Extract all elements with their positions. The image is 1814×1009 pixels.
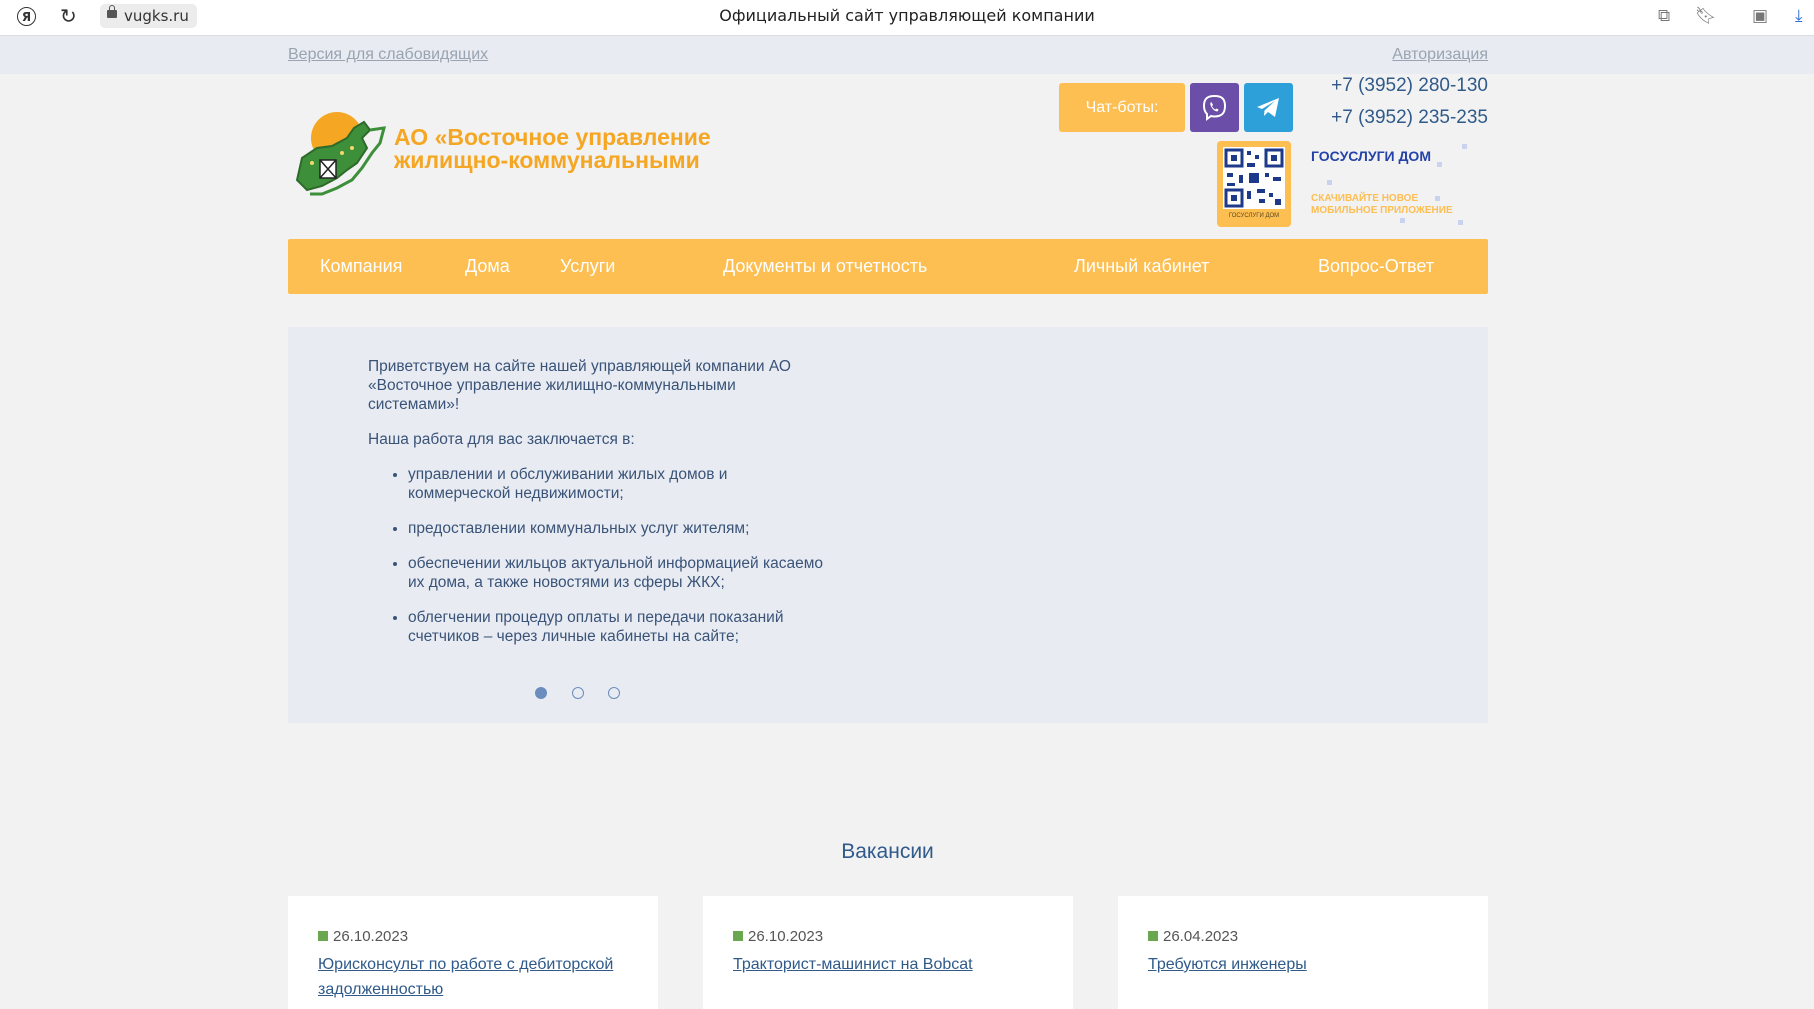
gosuslugi-subtitle: СКАЧИВАЙТЕ НОВОЕ МОБИЛЬНОЕ ПРИЛОЖЕНИЕ — [1311, 193, 1453, 216]
slider-dot-3[interactable] — [608, 687, 620, 699]
decor-dot — [1437, 162, 1442, 167]
company-name[interactable]: АО «Восточное управление жилищно-коммуна… — [394, 126, 711, 172]
qr-caption: ГОСУСЛУГИ ДОМ — [1228, 213, 1280, 219]
phone-secondary[interactable]: +7 (3952) 235-235 — [1331, 107, 1488, 129]
welcome-slider: Приветствуем на сайте нашей управляющей … — [288, 327, 1488, 723]
low-vision-link[interactable]: Версия для слабовидящих — [288, 46, 488, 64]
decor-dot — [1435, 196, 1440, 201]
nav-personal-account[interactable]: Личный кабинет — [1074, 256, 1209, 277]
list-item: облегчении процедур оплаты и передачи по… — [408, 608, 828, 646]
nav-company[interactable]: Компания — [320, 256, 402, 277]
gosuslugi-title[interactable]: ГОСУСЛУГИ ДОМ — [1311, 148, 1431, 164]
vacancy-card: 26.10.2023 Тракторист-машинист на Bobcat — [703, 896, 1073, 1009]
decor-dot — [1327, 180, 1332, 185]
slide-list: управлении и обслуживании жилых домов и … — [368, 465, 828, 646]
vacancy-card: 26.04.2023 Требуются инженеры — [1118, 896, 1488, 1009]
list-item: управлении и обслуживании жилых домов и … — [408, 465, 828, 503]
viber-button[interactable] — [1190, 83, 1239, 132]
nav-faq[interactable]: Вопрос-Ответ — [1318, 256, 1434, 277]
login-link[interactable]: Авторизация — [1392, 46, 1488, 64]
vacancy-date: 26.10.2023 — [318, 928, 408, 945]
download-icon[interactable]: ⤓ — [1795, 6, 1803, 26]
qr-code-icon — [1223, 147, 1285, 209]
phone-primary[interactable]: +7 (3952) 280-130 — [1331, 75, 1488, 97]
vacancy-date: 26.04.2023 — [1148, 928, 1238, 945]
decor-dot — [1462, 144, 1467, 149]
chatbots-label: Чат-боты: — [1059, 83, 1185, 132]
vacancy-card: 26.10.2023 Юрисконсульт по работе с деби… — [288, 896, 658, 1009]
slide-lead: Наша работа для вас заключается в: — [368, 431, 635, 448]
slide-content: Приветствуем на сайте нашей управляющей … — [368, 357, 828, 675]
collections-icon[interactable]: ▣ — [1752, 6, 1768, 26]
browser-toolbar: Я ↻ vugks.ru Официальный сайт управляюще… — [0, 0, 1814, 36]
vacancy-date: 26.10.2023 — [733, 928, 823, 945]
decor-dot — [1458, 220, 1463, 225]
utility-bar: Версия для слабовидящих Авторизация — [0, 36, 1814, 74]
slide-intro: Приветствуем на сайте нашей управляющей … — [368, 358, 791, 413]
vacancy-link[interactable]: Тракторист-машинист на Bobcat — [733, 952, 1053, 977]
list-item: обеспечении жильцов актуальной информаци… — [408, 554, 828, 592]
main-nav: Компания Дома Услуги Документы и отчетно… — [288, 239, 1488, 294]
extension-icon[interactable]: ⧉ — [1658, 6, 1670, 26]
calendar-icon — [318, 931, 328, 941]
nav-services[interactable]: Услуги — [560, 256, 615, 277]
slider-dot-1[interactable] — [535, 687, 547, 699]
vacancies-title: Вакансии — [841, 840, 934, 863]
calendar-icon — [733, 931, 743, 941]
telegram-button[interactable] — [1244, 83, 1293, 132]
nav-documents[interactable]: Документы и отчетность — [723, 256, 927, 277]
page-tab-title: Официальный сайт управляющей компании — [719, 6, 1095, 25]
vacancy-link[interactable]: Требуются инженеры — [1148, 952, 1468, 977]
slider-dot-2[interactable] — [572, 687, 584, 699]
gosuslugi-qr-code[interactable]: ГОСУСЛУГИ ДОМ — [1217, 141, 1291, 227]
company-logo-icon[interactable] — [292, 108, 392, 198]
nav-houses[interactable]: Дома — [465, 256, 510, 277]
bookmark-icon[interactable]: 🔖︎ — [1695, 6, 1717, 26]
calendar-icon — [1148, 931, 1158, 941]
decor-dot — [1400, 218, 1405, 223]
list-item: предоставлении коммунальных услуг жителя… — [408, 519, 828, 538]
viber-icon — [1202, 94, 1227, 121]
telegram-icon — [1257, 98, 1279, 117]
vacancy-link[interactable]: Юрисконсульт по работе с дебиторской зад… — [318, 952, 638, 1002]
